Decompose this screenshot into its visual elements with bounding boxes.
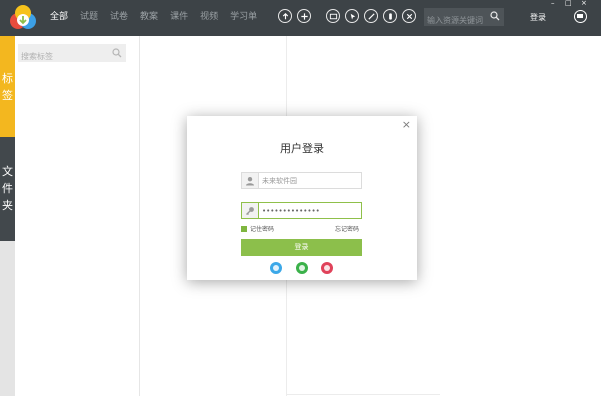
remember-checkbox[interactable]: [241, 225, 247, 232]
top-nav: 全部 试题 试卷 教案 课件 视频 学习单: [44, 0, 263, 36]
pen-icon[interactable]: [364, 9, 378, 23]
tab-tags[interactable]: 标签: [0, 36, 15, 137]
app-window: 全部 试题 试卷 教案 课件 视频 学习单 输入资源关键词 登录 – □ × 标…: [0, 0, 601, 396]
login-button[interactable]: 登录: [241, 239, 362, 256]
resource-search-input[interactable]: [424, 11, 486, 30]
username-field: [241, 172, 362, 189]
resource-search-box: [424, 8, 504, 30]
tab-folders[interactable]: 文件夹: [0, 137, 15, 241]
toolbar-icons: [278, 9, 421, 23]
close-window-button[interactable]: ×: [581, 0, 587, 7]
screen-icon[interactable]: [326, 9, 340, 23]
nav-item-study-sheets[interactable]: 学习单: [224, 0, 263, 36]
search-icon[interactable]: [112, 48, 122, 58]
nav-item-all[interactable]: 全部: [44, 0, 74, 36]
remember-password[interactable]: 记住密码: [241, 224, 274, 233]
dialog-close-button[interactable]: ×: [402, 118, 411, 131]
nav-item-courseware[interactable]: 课件: [164, 0, 194, 36]
remember-label: 记住密码: [250, 226, 275, 233]
message-icon[interactable]: [574, 10, 587, 23]
password-input[interactable]: [262, 203, 358, 218]
tag-search-input[interactable]: [18, 47, 106, 66]
search-icon[interactable]: [490, 11, 500, 21]
username-input[interactable]: [262, 173, 358, 188]
app-logo-icon: [10, 5, 36, 29]
dialog-title: 用户登录: [280, 142, 324, 155]
login-link[interactable]: 登录: [530, 12, 546, 23]
close-icon[interactable]: [402, 9, 416, 23]
key-icon: [242, 203, 259, 218]
add-icon[interactable]: [297, 9, 311, 23]
login-dialog: × 用户登录 记住密码 忘记密码 登录: [187, 116, 417, 280]
minimize-button[interactable]: –: [551, 0, 555, 7]
tab-folders-label: 文件夹: [2, 165, 13, 212]
eraser-icon[interactable]: [383, 9, 397, 23]
nav-item-papers[interactable]: 试卷: [104, 0, 134, 36]
tag-search-box: [18, 44, 126, 66]
password-field: [241, 202, 362, 219]
divider: [286, 394, 440, 395]
weibo-icon[interactable]: [321, 262, 333, 274]
user-icon: [242, 173, 259, 188]
nav-item-videos[interactable]: 视频: [194, 0, 224, 36]
top-bar: 全部 试题 试卷 教案 课件 视频 学习单 输入资源关键词 登录 – □ ×: [0, 0, 601, 36]
pointer-icon[interactable]: [345, 9, 359, 23]
nav-item-questions[interactable]: 试题: [74, 0, 104, 36]
forgot-password-link[interactable]: 忘记密码: [335, 224, 359, 233]
nav-item-lesson-plans[interactable]: 教案: [134, 0, 164, 36]
wechat-icon[interactable]: [296, 262, 308, 274]
qq-icon[interactable]: [270, 262, 282, 274]
maximize-button[interactable]: □: [565, 0, 572, 7]
tag-panel: [15, 36, 140, 396]
upload-icon[interactable]: [278, 9, 292, 23]
tab-tags-label: 标签: [2, 72, 13, 102]
